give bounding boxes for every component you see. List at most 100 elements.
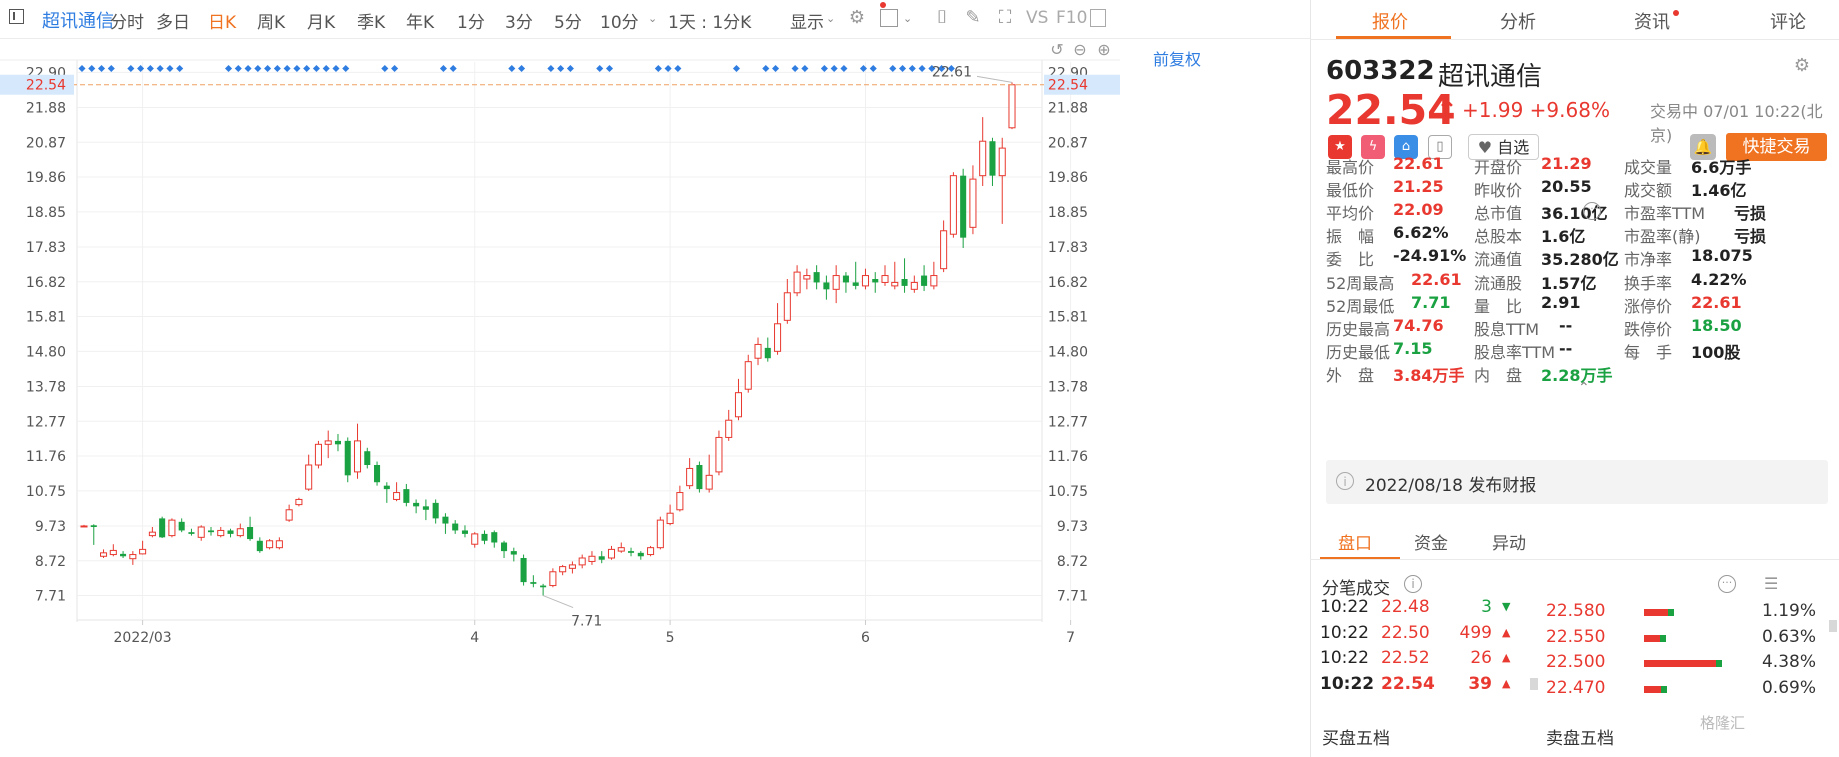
event-marker-icon <box>791 64 799 73</box>
quote-value: 亏损 <box>1734 227 1767 247</box>
layout-chevron-icon[interactable]: ⌄ <box>903 12 912 25</box>
quote-value: 7.71 <box>1411 292 1451 312</box>
tick-volume: 26 <box>1470 648 1492 668</box>
candle-body <box>422 506 429 510</box>
quote-label: 内 盘 <box>1474 365 1523 385</box>
subtab-anomaly[interactable]: 异动 <box>1492 529 1526 554</box>
tab-multiday[interactable]: 多日 <box>156 8 190 33</box>
scrollbar[interactable] <box>1530 678 1538 690</box>
event-marker-icon <box>605 64 614 73</box>
y-tick-label: 16.82 <box>1048 275 1088 291</box>
event-marker-icon <box>449 64 457 73</box>
list-menu-icon[interactable]: ☰ <box>1764 574 1778 593</box>
pencil-draw-icon[interactable]: ✎ <box>963 8 983 28</box>
quote-value: 2.28万手 <box>1541 365 1613 385</box>
camera-icon[interactable]: ⌷ <box>932 8 952 28</box>
candle-body <box>344 440 351 476</box>
tab-3min[interactable]: 3分 <box>505 8 533 33</box>
tab-news[interactable]: 资讯 <box>1634 8 1670 34</box>
candle-body <box>598 556 605 560</box>
tab-daily-k[interactable]: 日K <box>208 8 236 33</box>
y-axis-right: 22.9021.8820.8719.8618.8517.8316.8215.81… <box>1048 65 1088 604</box>
candle-body <box>803 275 811 280</box>
info-icon[interactable]: i <box>1404 575 1422 593</box>
up-arrow-icon: ↑ <box>1436 96 1458 126</box>
tab-10min[interactable]: 10分 <box>600 8 639 33</box>
event-marker-icon <box>303 64 311 73</box>
quote-value: -24.91% <box>1393 246 1467 266</box>
tab-yearly-k[interactable]: 年K <box>406 8 434 33</box>
layout-square-icon[interactable] <box>880 9 898 27</box>
y-tick-label: 10.75 <box>26 484 66 500</box>
event-marker-icon <box>830 64 838 73</box>
tab-quote[interactable]: 报价 <box>1372 8 1408 34</box>
tab-1min[interactable]: 1分 <box>457 8 485 33</box>
level-percent: 1.19% <box>1761 601 1816 621</box>
tab-comments[interactable]: 评论 <box>1770 8 1806 34</box>
quote-value: 2.91 <box>1541 292 1581 312</box>
candle-body <box>481 533 488 541</box>
quote-label: 振 幅 <box>1326 227 1375 247</box>
sidebar-toggle-icon[interactable] <box>9 9 24 24</box>
display-chevron-icon[interactable]: ⌄ <box>826 12 835 25</box>
more-options-icon[interactable]: ··· <box>1583 202 1601 220</box>
candle-body <box>256 540 263 552</box>
candle-body <box>129 554 137 560</box>
subtab-orderbook[interactable]: 盘口 <box>1338 529 1372 554</box>
candle-body <box>979 140 987 177</box>
quote-label: 52周最低 <box>1326 296 1395 316</box>
tick-time: 10:22 <box>1320 673 1375 694</box>
range-chevron-icon[interactable]: ⌄ <box>744 12 753 25</box>
subtab-capital[interactable]: 资金 <box>1414 529 1448 554</box>
candle-body <box>393 492 401 500</box>
bid-levels-title: 买盘五档 <box>1322 729 1390 749</box>
tab-timeline[interactable]: 分时 <box>110 8 144 33</box>
quote-label: 涨停价 <box>1624 296 1673 316</box>
event-marker-icon <box>283 64 291 73</box>
quote-value: 22.61 <box>1393 154 1444 173</box>
panel-toggle-icon[interactable] <box>1090 9 1106 27</box>
collapse-chevron-icon[interactable]: ⌃ <box>1578 380 1590 396</box>
stock-name-link[interactable]: 超讯通信 <box>42 7 114 33</box>
x-tick-label: 6 <box>861 630 870 646</box>
scrollbar[interactable] <box>1829 620 1837 632</box>
tab-monthly-k[interactable]: 月K <box>307 8 335 33</box>
more-options-icon[interactable]: ··· <box>1718 575 1736 593</box>
candle-body <box>823 282 830 290</box>
x-tick-label: 7 <box>1066 630 1075 646</box>
tick-up-arrow-icon: ▲ <box>1502 625 1511 639</box>
tab-quarterly-k[interactable]: 季K <box>357 8 385 33</box>
quote-value: 6.62% <box>1393 223 1449 243</box>
candlestick-chart[interactable]: 22.9021.8820.8719.8618.8517.8316.8215.81… <box>0 38 1310 648</box>
tab-5min[interactable]: 5分 <box>554 8 582 33</box>
change-value: +1.99 <box>1462 98 1524 122</box>
candle-body <box>520 558 527 583</box>
tab-analysis[interactable]: 分析 <box>1500 8 1536 34</box>
ask-levels-title: 卖盘五档 <box>1546 729 1614 749</box>
settings-gear-icon[interactable]: ⚙ <box>847 8 867 28</box>
quote-label: 外 盘 <box>1326 365 1375 385</box>
range-selector[interactable]: 1天 : 1分K <box>668 8 751 33</box>
candle-body <box>832 275 840 290</box>
event-markers <box>78 64 955 73</box>
fullscreen-icon[interactable]: ⛶ <box>995 8 1015 28</box>
candle-body <box>1008 84 1016 129</box>
y-tick-label: 15.81 <box>1048 310 1088 326</box>
settings-gear-icon[interactable]: ⚙ <box>1792 56 1812 76</box>
vs-compare-button[interactable]: VS <box>1026 8 1048 28</box>
level-volume-bar <box>1644 634 1666 642</box>
candle-body <box>637 552 644 557</box>
candle-body <box>324 440 332 445</box>
f10-button[interactable]: F10 <box>1056 8 1087 28</box>
event-marker-icon <box>107 64 115 73</box>
y-tick-label: 12.77 <box>26 414 66 430</box>
timeframe-more-chevron-icon[interactable]: ⌄ <box>648 12 657 25</box>
quote-label: 最高价 <box>1326 158 1375 177</box>
last-price-label-left: 22.54 <box>26 78 66 94</box>
tick-time: 10:22 <box>1320 597 1369 617</box>
candle-body <box>413 502 420 507</box>
display-menu[interactable]: 显示 <box>790 8 824 33</box>
y-tick-label: 20.87 <box>26 135 66 151</box>
tab-weekly-k[interactable]: 周K <box>257 8 285 33</box>
event-marker-icon <box>820 64 828 73</box>
